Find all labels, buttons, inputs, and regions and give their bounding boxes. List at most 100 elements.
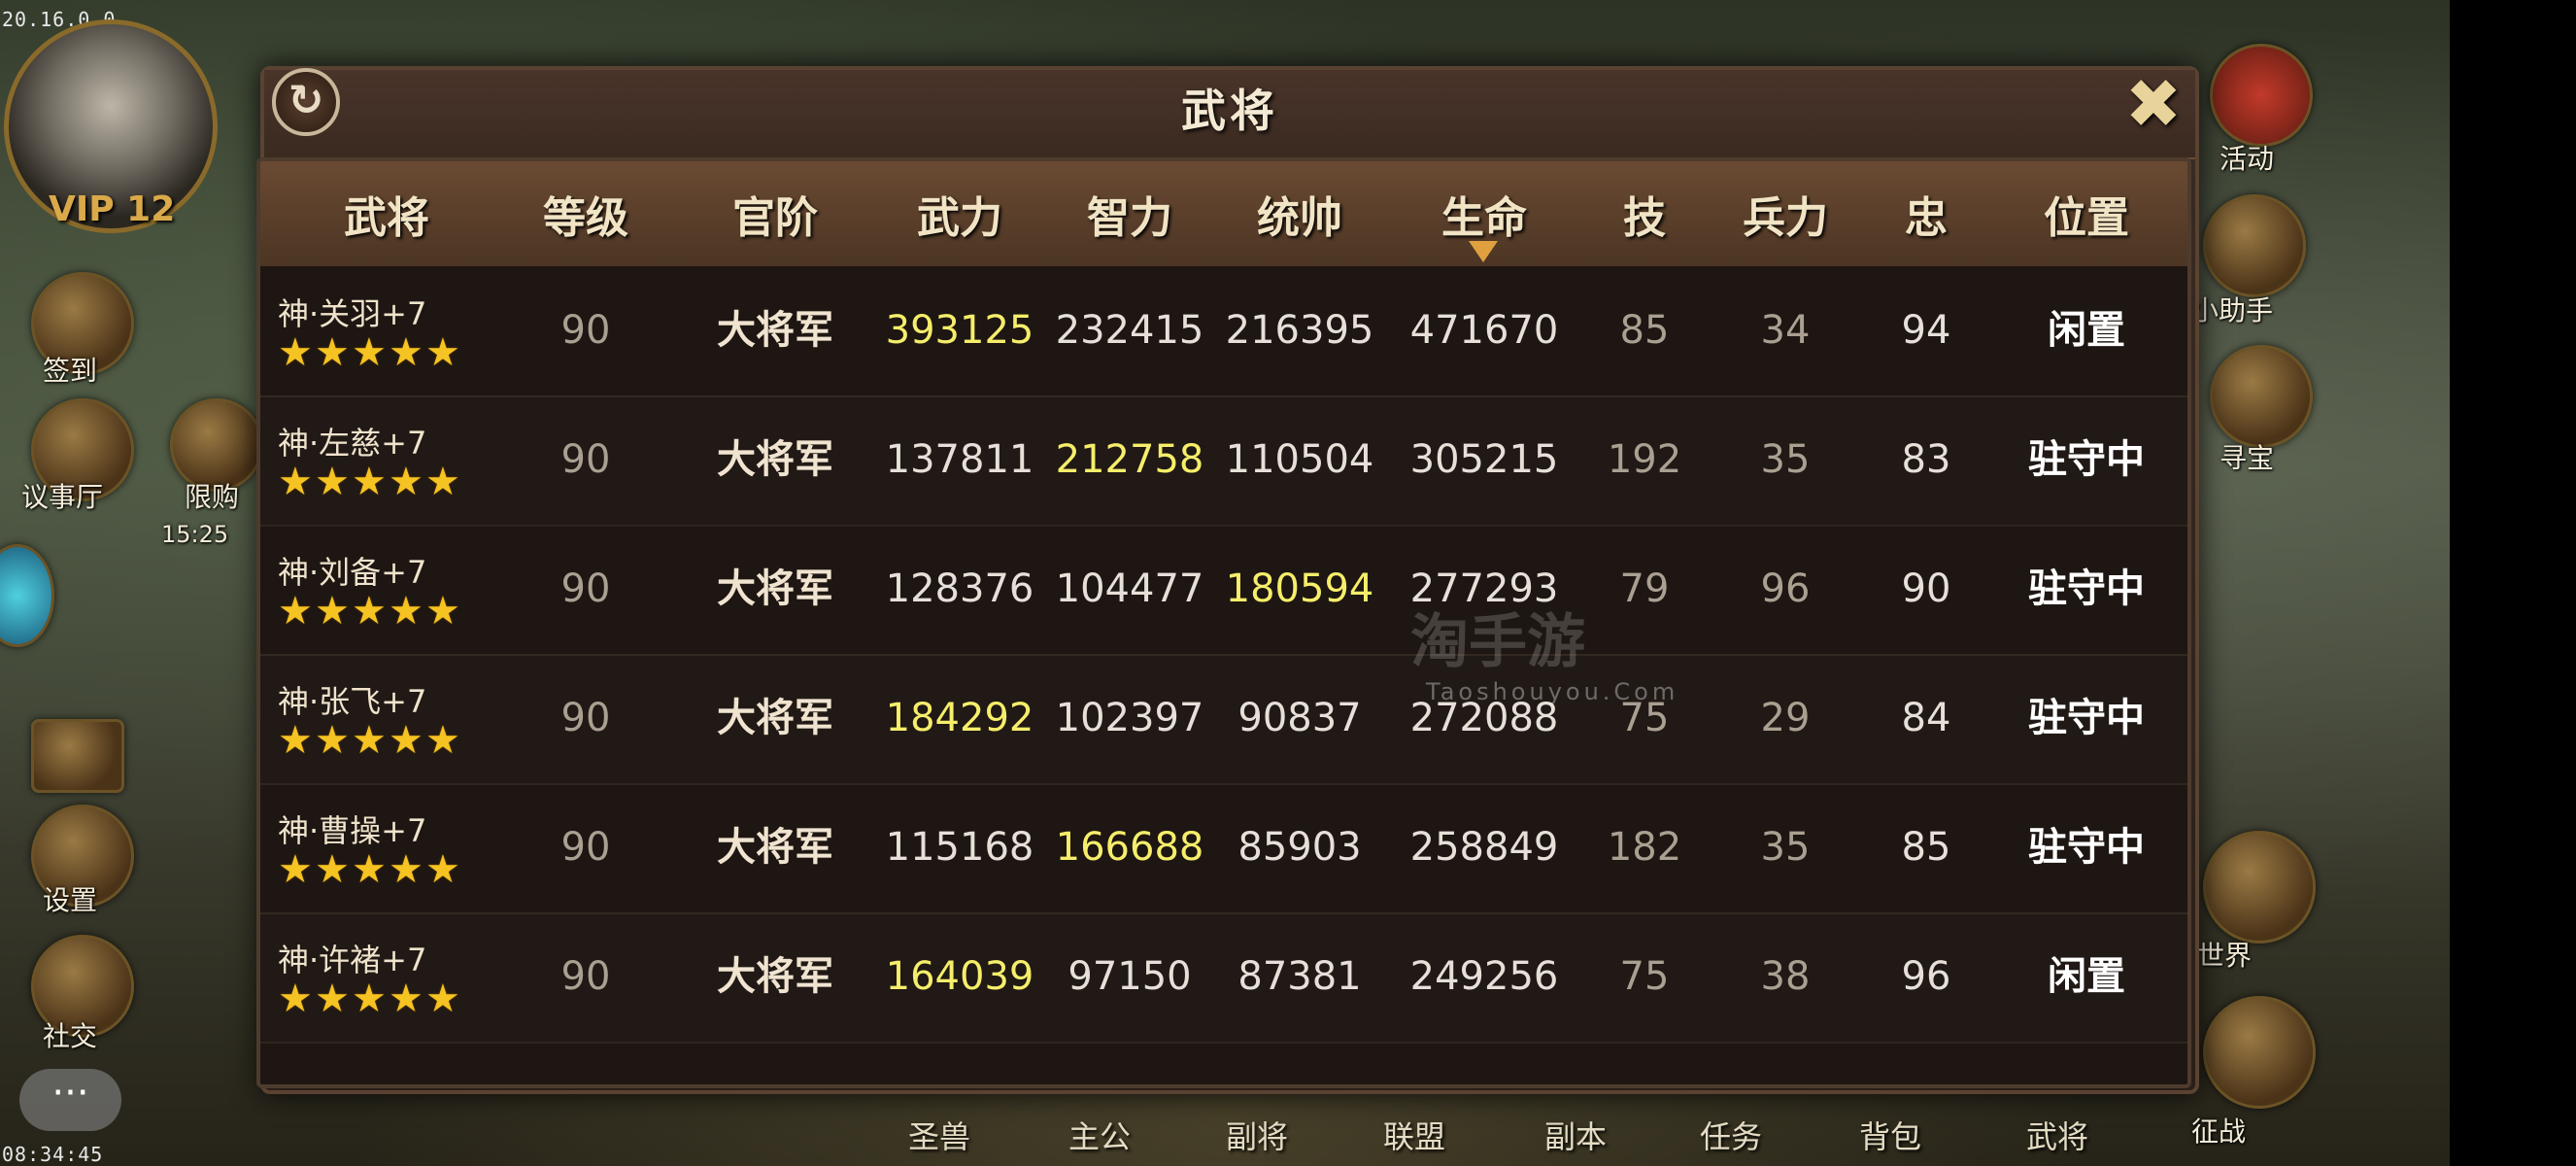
troops-cell: 35 (1760, 437, 1811, 482)
world-dragon-icon[interactable] (2203, 831, 2316, 943)
helper-label: 小助手 (2191, 294, 2274, 326)
intellect-cell: 97150 (1068, 954, 1192, 999)
star-rating: ★★★★★ (278, 977, 511, 1021)
star-icon: ★ (315, 977, 350, 1021)
force-cell: 128376 (885, 566, 1034, 611)
table-row[interactable]: 神·刘备+7 ★★★★★ 90 大将军 128376 104477 180594… (260, 525, 2187, 656)
position-cell: 闲置 (2048, 308, 2125, 353)
activity-gift-icon[interactable] (2210, 44, 2313, 147)
star-icon: ★ (389, 718, 424, 763)
skill-cell: 75 (1619, 954, 1670, 999)
table-row[interactable]: 神·张飞+7 ★★★★★ 90 大将军 184292 102397 90837 … (260, 654, 2187, 785)
bottom-nav-beasts[interactable]: 圣兽 (908, 1113, 970, 1157)
star-icon: ★ (278, 847, 313, 892)
star-icon: ★ (278, 718, 313, 763)
social-label: 社交 (43, 1020, 98, 1052)
bottom-nav-dungeon[interactable]: 副本 (1544, 1113, 1607, 1157)
mail-icon[interactable] (31, 719, 124, 793)
watermark-subtext: Taoshouyou.Com (1426, 678, 1679, 705)
generals-table: 武将 等级 官阶 武力 智力 统帅 生命 技 兵力 忠 位置 神·关羽+7 ★★… (256, 157, 2191, 1088)
col-header-intellect[interactable]: 智力 (1047, 161, 1212, 266)
star-icon: ★ (425, 460, 460, 504)
col-header-skill[interactable]: 技 (1581, 161, 1708, 266)
loyalty-cell: 96 (1901, 954, 1951, 999)
position-cell: 闲置 (2048, 954, 2125, 999)
rank-cell: 大将军 (717, 437, 833, 482)
level-cell: 90 (560, 954, 611, 999)
skill-cell: 85 (1619, 308, 1670, 353)
col-header-rank[interactable]: 官阶 (678, 161, 872, 266)
col-header-position[interactable]: 位置 (1989, 161, 2184, 266)
star-icon: ★ (425, 977, 460, 1021)
level-cell: 90 (560, 566, 611, 611)
col-header-level[interactable]: 等级 (493, 161, 678, 266)
bottom-nav-alliance[interactable]: 联盟 (1383, 1113, 1445, 1157)
star-icon: ★ (389, 330, 424, 375)
command-cell: 110504 (1225, 437, 1374, 482)
clock-text: 08:34:45 (2, 1143, 104, 1166)
helper-scroll-icon[interactable] (2203, 194, 2306, 297)
col-header-general[interactable]: 武将 (280, 161, 493, 266)
level-cell: 90 (560, 825, 611, 870)
rank-cell: 大将军 (717, 696, 833, 740)
hp-cell: 471670 (1409, 308, 1559, 353)
command-cell: 87381 (1237, 954, 1362, 999)
col-header-loyalty[interactable]: 忠 (1863, 161, 1989, 266)
star-icon: ★ (425, 847, 460, 892)
position-cell: 驻守中 (2028, 825, 2145, 870)
bottom-nav-quests[interactable]: 任务 (1700, 1113, 1762, 1157)
star-icon: ★ (389, 847, 424, 892)
star-rating: ★★★★★ (278, 847, 511, 892)
table-row[interactable]: 神·许褚+7 ★★★★★ 90 大将军 164039 97150 87381 2… (260, 912, 2187, 1044)
star-icon: ★ (315, 847, 350, 892)
position-cell: 驻守中 (2028, 437, 2145, 482)
hp-cell: 249256 (1409, 954, 1559, 999)
col-header-troops[interactable]: 兵力 (1708, 161, 1863, 266)
hp-cell: 258849 (1409, 825, 1559, 870)
treasure-label: 寻宝 (2220, 442, 2275, 474)
bottom-nav-deputy[interactable]: 副将 (1226, 1113, 1288, 1157)
limited-sale-label: 限购 (185, 481, 240, 513)
skill-cell: 79 (1619, 566, 1670, 611)
sort-desc-arrow-icon (1469, 241, 1498, 262)
star-icon: ★ (315, 330, 350, 375)
general-name: 神·刘备+7 (278, 554, 427, 591)
force-cell: 164039 (885, 954, 1034, 999)
table-row[interactable]: 神·曹操+7 ★★★★★ 90 大将军 115168 166688 85903 … (260, 783, 2187, 914)
checkin-label: 签到 (43, 355, 98, 387)
star-rating: ★★★★★ (278, 330, 511, 375)
star-rating: ★★★★★ (278, 589, 511, 634)
star-icon: ★ (352, 718, 387, 763)
star-icon: ★ (315, 718, 350, 763)
general-name: 神·曹操+7 (278, 812, 427, 849)
col-header-force[interactable]: 武力 (872, 161, 1047, 266)
troops-cell: 34 (1760, 308, 1811, 353)
skill-cell: 192 (1607, 437, 1682, 482)
col-header-command[interactable]: 统帅 (1212, 161, 1387, 266)
star-icon: ★ (352, 977, 387, 1021)
troops-cell: 96 (1760, 566, 1811, 611)
command-cell: 216395 (1225, 308, 1374, 353)
world-label: 世界 (2197, 940, 2253, 972)
table-header-row: 武将 等级 官阶 武力 智力 统帅 生命 技 兵力 忠 位置 (260, 161, 2187, 266)
star-icon: ★ (278, 330, 313, 375)
campaign-dragon-icon[interactable] (2203, 996, 2316, 1109)
refresh-icon[interactable]: ↻ (272, 68, 340, 136)
loyalty-cell: 84 (1901, 696, 1951, 740)
bottom-nav-bag[interactable]: 背包 (1859, 1113, 1921, 1157)
table-row[interactable]: 神·左慈+7 ★★★★★ 90 大将军 137811 212758 110504… (260, 395, 2187, 527)
treasure-chest-icon[interactable] (2210, 345, 2313, 448)
force-cell: 184292 (885, 696, 1034, 740)
bottom-nav-lord[interactable]: 主公 (1068, 1113, 1131, 1157)
star-icon: ★ (389, 589, 424, 634)
bottom-nav-generals[interactable]: 武将 (2026, 1113, 2088, 1157)
force-cell: 393125 (885, 308, 1034, 353)
star-icon: ★ (389, 977, 424, 1021)
force-cell: 115168 (885, 825, 1034, 870)
chat-bubble-icon[interactable]: ··· (19, 1069, 121, 1131)
general-name: 神·许褚+7 (278, 942, 427, 978)
loyalty-cell: 85 (1901, 825, 1951, 870)
campaign-label: 征战 (2191, 1115, 2247, 1148)
table-row[interactable]: 神·关羽+7 ★★★★★ 90 大将军 393125 232415 216395… (260, 266, 2187, 397)
close-x-icon[interactable]: ✖ (2121, 70, 2186, 138)
